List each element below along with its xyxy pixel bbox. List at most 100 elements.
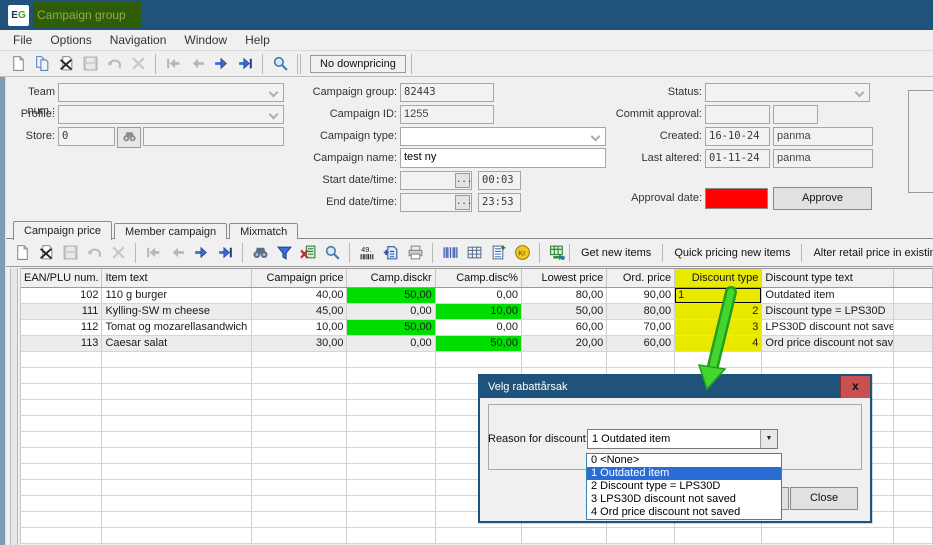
cell-dtypetext[interactable]: LPS30D discount not saved — [762, 320, 894, 336]
table-view-icon[interactable] — [462, 242, 486, 264]
menu-item-navigation[interactable]: Navigation — [101, 30, 176, 50]
table-row[interactable]: 113Caesar salat30,000,0050,0020,0060,004… — [21, 336, 933, 352]
cell-discpct[interactable]: 50,00 — [436, 336, 522, 352]
campaign-name-input[interactable]: test ny — [400, 148, 606, 168]
cell-dtypetext[interactable]: Discount type = LPS30D — [762, 304, 894, 320]
cell-lowest[interactable]: 80,00 — [522, 288, 607, 304]
column-header-dtypetext[interactable]: Discount type text — [762, 269, 894, 287]
cell-ord[interactable]: 60,00 — [607, 336, 675, 352]
tab-mixmatch[interactable]: Mixmatch — [229, 223, 298, 239]
column-header-price[interactable]: Campaign price — [252, 269, 348, 287]
date-browse-button[interactable]: ... — [455, 173, 470, 188]
store-input[interactable]: 0 — [58, 127, 115, 146]
cell-price[interactable]: 45,00 — [252, 304, 348, 320]
print-icon[interactable] — [403, 242, 427, 264]
cell-ord[interactable]: 70,00 — [607, 320, 675, 336]
cell-discpct[interactable]: 0,00 — [436, 320, 522, 336]
cell-ean[interactable]: 112 — [21, 320, 102, 336]
send-table-icon[interactable] — [545, 242, 569, 264]
new-document-icon[interactable] — [10, 242, 34, 264]
column-header-ean[interactable]: EAN/PLU num. — [21, 269, 102, 287]
cell-disckr[interactable]: 0,00 — [347, 336, 435, 352]
price-label-icon[interactable]: 49. — [355, 242, 379, 264]
cell-ord[interactable]: 90,00 — [607, 288, 675, 304]
delete-record-icon[interactable] — [34, 242, 58, 264]
nav-next-icon[interactable] — [189, 242, 213, 264]
end-date-input[interactable]: 02-11-24... — [400, 193, 472, 212]
date-browse-button[interactable]: ... — [455, 195, 470, 210]
reason-option[interactable]: 4 Ord price discount not saved — [587, 506, 781, 519]
end-time-input[interactable]: 23:53 — [478, 193, 521, 212]
copy-rows-icon[interactable] — [486, 242, 510, 264]
toolbar-button-quick-pricing-new-items[interactable]: Quick pricing new items — [662, 244, 801, 262]
cell-discpct[interactable]: 10,00 — [436, 304, 522, 320]
dialog-title-bar[interactable]: Velg rabattårsak x — [480, 376, 870, 398]
copy-icon[interactable] — [30, 53, 54, 75]
toolbar-button-alter-retail-price-in-existing[interactable]: Alter retail price in existing — [801, 244, 933, 262]
cell-price[interactable]: 10,00 — [252, 320, 348, 336]
cell-price[interactable]: 30,00 — [252, 336, 348, 352]
dialog-close-icon[interactable]: x — [840, 376, 870, 398]
cell-dtype[interactable]: 2 — [675, 304, 762, 320]
table-row[interactable]: 102110 g burger40,0050,000,0080,0090,001… — [21, 288, 933, 304]
store-find-button[interactable] — [117, 127, 141, 148]
zoom-icon[interactable] — [268, 53, 292, 75]
start-time-input[interactable]: 00:03 — [478, 171, 521, 190]
dialog-close-button[interactable]: Close — [790, 487, 858, 510]
nav-next-icon[interactable] — [209, 53, 233, 75]
status-select[interactable]: Opprettet — [705, 83, 870, 102]
menu-item-window[interactable]: Window — [175, 30, 236, 50]
column-header-ord[interactable]: Ord. price — [607, 269, 675, 287]
cell-item[interactable]: Kylling-SW m cheese — [102, 304, 251, 320]
cell-ord[interactable]: 80,00 — [607, 304, 675, 320]
combo-dropdown-button[interactable]: ▼ — [760, 430, 777, 448]
barcode-icon[interactable] — [438, 242, 462, 264]
cell-lowest[interactable]: 20,00 — [522, 336, 607, 352]
cell-disckr[interactable]: 0,00 — [347, 304, 435, 320]
cell-dtypetext[interactable]: Outdated item — [762, 288, 894, 304]
reason-option[interactable]: 2 Discount type = LPS30D — [587, 480, 781, 493]
team-num-select[interactable]: <None> — [58, 83, 284, 102]
cell-price[interactable]: 40,00 — [252, 288, 348, 304]
cell-discpct[interactable]: 0,00 — [436, 288, 522, 304]
cell-ean[interactable]: 102 — [21, 288, 102, 304]
cell-lowest[interactable]: 50,00 — [522, 304, 607, 320]
column-header-disckr[interactable]: Camp.disckr — [347, 269, 435, 287]
menu-item-file[interactable]: File — [4, 30, 41, 50]
table-row[interactable]: 111Kylling-SW m cheese45,000,0010,0050,0… — [21, 304, 933, 320]
reason-option[interactable]: 1 Outdated item — [587, 467, 781, 480]
cell-ean[interactable]: 113 — [21, 336, 102, 352]
profile-select[interactable]: Profil 5 — [58, 105, 284, 124]
cell-disckr[interactable]: 50,00 — [347, 288, 435, 304]
column-header-item[interactable]: Item text — [102, 269, 251, 287]
cell-ean[interactable]: 111 — [21, 304, 102, 320]
reason-option[interactable]: 0 <None> — [587, 454, 781, 467]
cell-lowest[interactable]: 60,00 — [522, 320, 607, 336]
cell-dtypetext[interactable]: Ord price discount not saved — [762, 336, 894, 352]
cell-dtype[interactable]: 4 — [675, 336, 762, 352]
tab-member-campaign[interactable]: Member campaign — [114, 223, 227, 239]
start-date-input[interactable]: 01-11-24... — [400, 171, 472, 190]
menu-item-options[interactable]: Options — [41, 30, 100, 50]
column-header-dtype[interactable]: Discount type — [675, 269, 762, 287]
column-header-discpct[interactable]: Camp.disc% — [436, 269, 522, 287]
nav-last-icon[interactable] — [213, 242, 237, 264]
cell-dtype[interactable]: 3 — [675, 320, 762, 336]
menu-item-help[interactable]: Help — [236, 30, 279, 50]
table-row[interactable]: 112Tomat og mozarellasandwich10,0050,000… — [21, 320, 933, 336]
column-header-lowest[interactable]: Lowest price — [522, 269, 607, 287]
cell-item[interactable]: 110 g burger — [102, 288, 251, 304]
campaign-type-select[interactable]: 2 / Central campaign type / / no — [400, 127, 606, 146]
nav-last-icon[interactable] — [233, 53, 257, 75]
import-document-icon[interactable] — [379, 242, 403, 264]
cell-dtype[interactable]: 1 — [675, 288, 762, 304]
currency-kr-icon[interactable]: Kr — [510, 242, 534, 264]
filter-icon[interactable] — [272, 242, 296, 264]
approve-button[interactable]: Approve — [773, 187, 872, 210]
cell-disckr[interactable]: 50,00 — [347, 320, 435, 336]
zoom-icon[interactable] — [320, 242, 344, 264]
cell-item[interactable]: Tomat og mozarellasandwich — [102, 320, 251, 336]
reason-option[interactable]: 3 LPS30D discount not saved — [587, 493, 781, 506]
find-icon[interactable] — [248, 242, 272, 264]
cell-item[interactable]: Caesar salat — [102, 336, 251, 352]
